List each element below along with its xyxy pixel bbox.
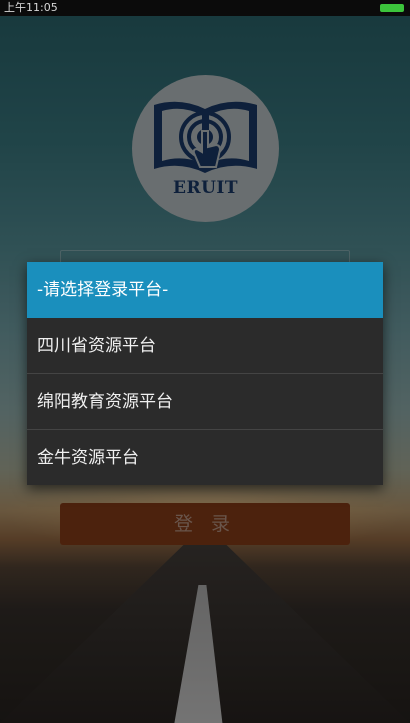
status-time: 上午11:05 [4, 1, 58, 14]
platform-dropdown: -请选择登录平台- 四川省资源平台 绵阳教育资源平台 金牛资源平台 [27, 262, 383, 485]
dropdown-option-sichuan[interactable]: 四川省资源平台 [27, 318, 383, 374]
status-bar: 上午11:05 [0, 0, 410, 16]
dropdown-option-placeholder[interactable]: -请选择登录平台- [27, 262, 383, 318]
dropdown-option-jinniu[interactable]: 金牛资源平台 [27, 430, 383, 486]
dropdown-option-mianyang[interactable]: 绵阳教育资源平台 [27, 374, 383, 430]
battery-icon [380, 4, 404, 12]
